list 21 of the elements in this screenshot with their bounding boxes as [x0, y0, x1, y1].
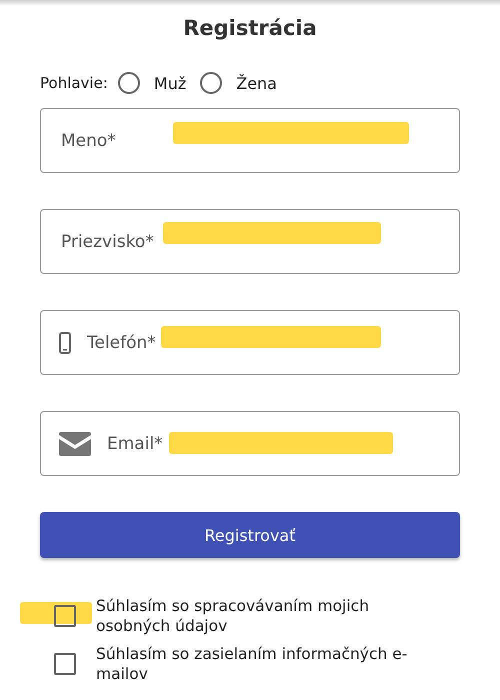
register-button[interactable]: Registrovať: [40, 512, 460, 558]
text-field[interactable]: Telefón*: [40, 310, 460, 375]
checkbox[interactable]: [54, 653, 76, 675]
phone-icon: [59, 332, 71, 354]
checkbox[interactable]: [54, 605, 76, 627]
page-title: Registrácia: [182, 16, 318, 40]
radio-label: Žena: [236, 74, 277, 92]
radio-button[interactable]: [200, 72, 222, 94]
radio-label: Muž: [154, 74, 186, 92]
input-field[interactable]: Telefón*: [85, 332, 441, 354]
input-field[interactable]: Priezvisko*: [59, 230, 441, 252]
mail-icon: [59, 432, 91, 456]
text-field[interactable]: Email*: [40, 411, 460, 476]
text-field[interactable]: Meno*: [40, 108, 460, 173]
input-field[interactable]: Meno*: [59, 130, 441, 152]
radio-button[interactable]: [118, 72, 140, 94]
consent-label: Súhlasím so zasielaním informačných e-mailov: [96, 644, 408, 684]
consent-label: Súhlasím so spracovávaním mojich osobných údajov: [96, 596, 370, 636]
text-field[interactable]: Priezvisko*: [40, 209, 460, 274]
input-field[interactable]: Email*: [105, 432, 441, 454]
gender-label: Pohlavie:: [40, 74, 108, 92]
